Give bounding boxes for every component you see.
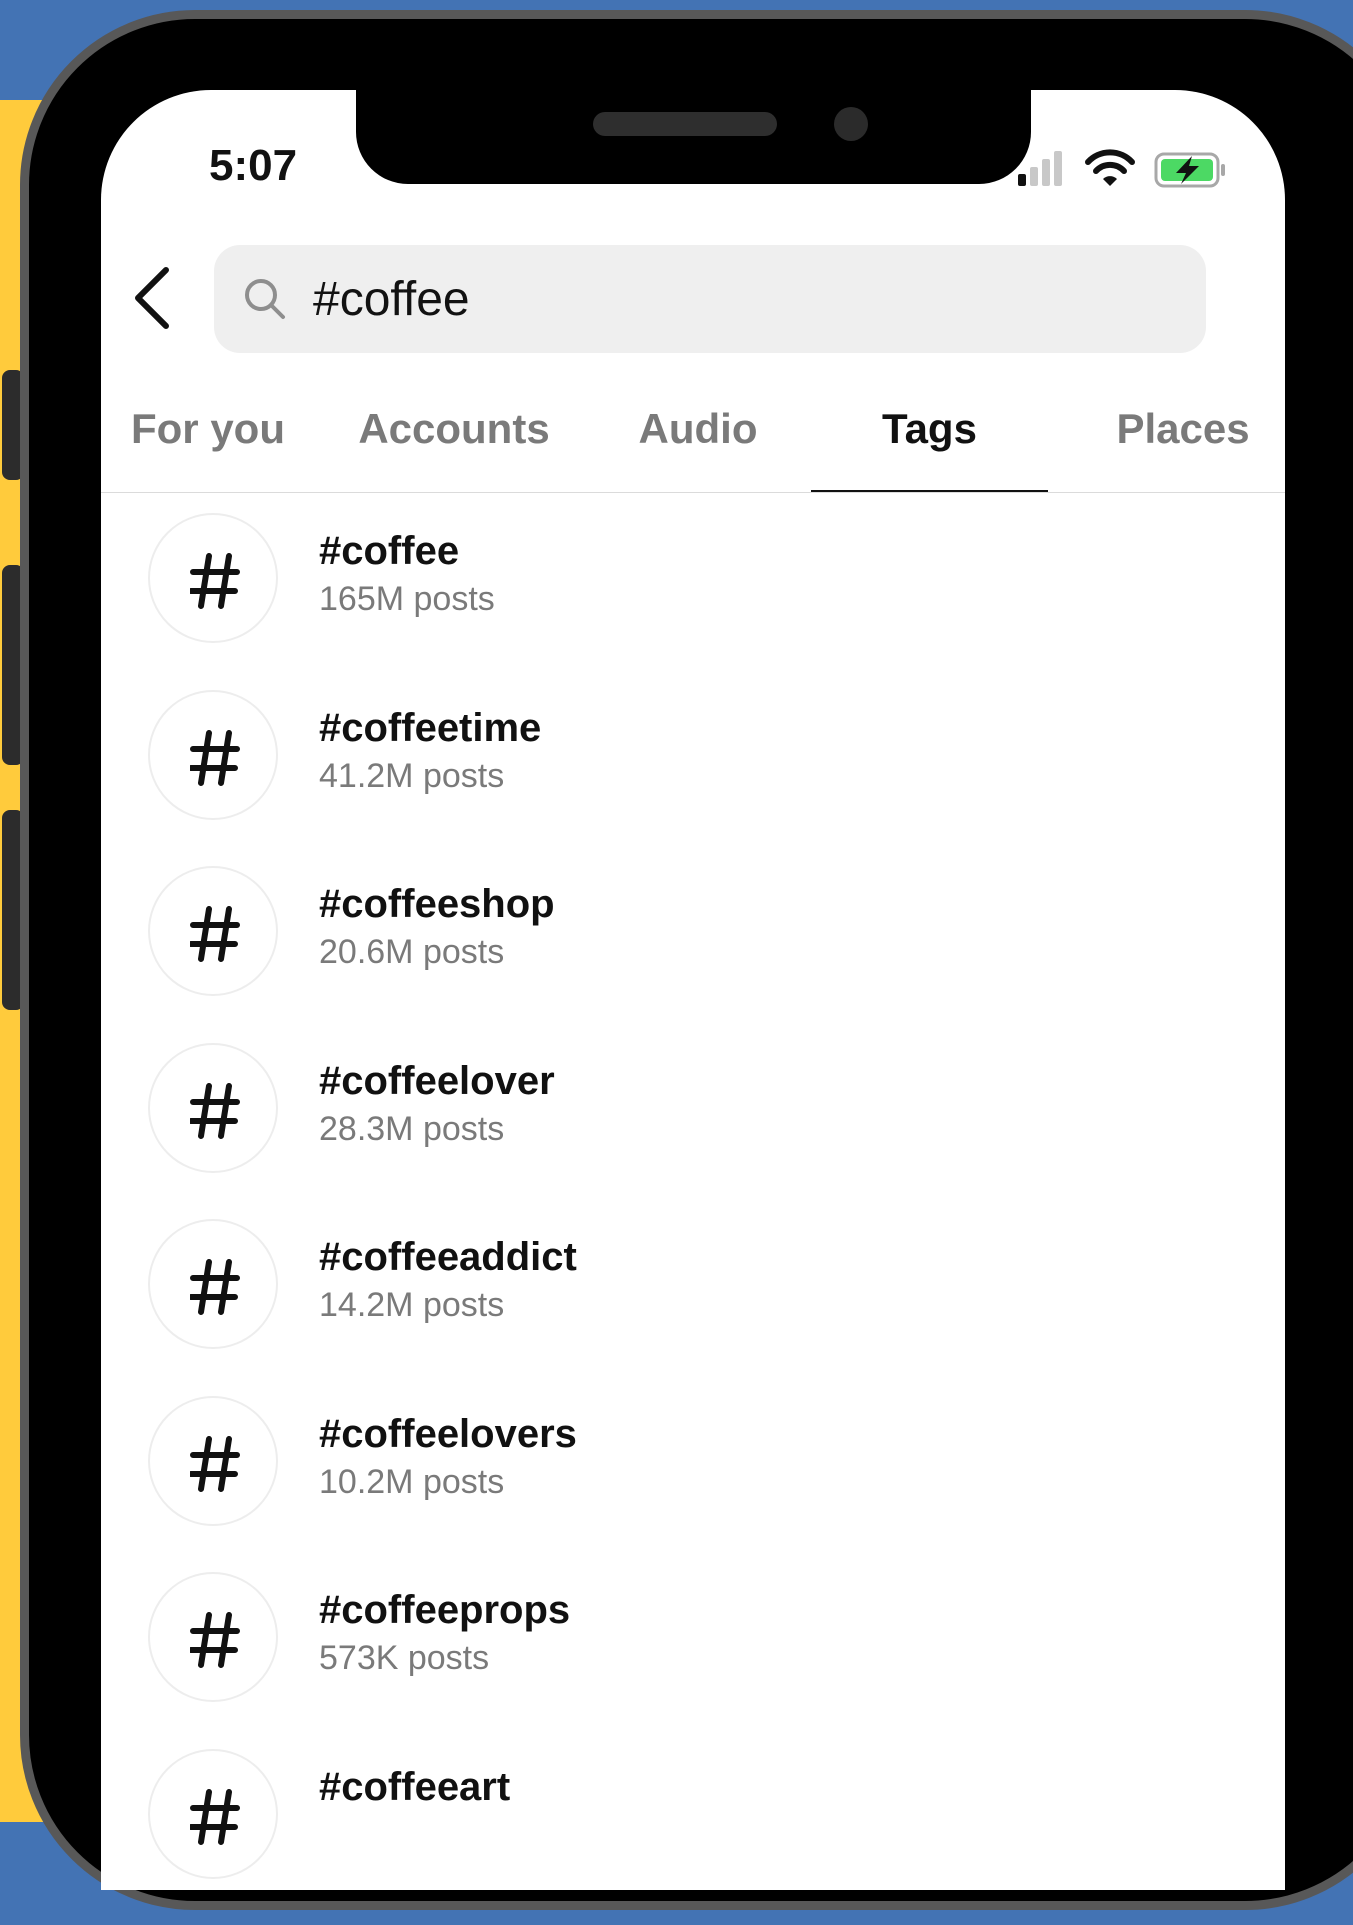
list-item[interactable]: #coffee 165M posts xyxy=(101,513,1285,690)
tag-avatar xyxy=(148,513,278,643)
battery-charging-icon xyxy=(1156,154,1225,186)
tab-tags[interactable]: Tags xyxy=(811,395,1048,493)
post-count: 573K posts xyxy=(319,1637,489,1679)
post-count: 10.2M posts xyxy=(319,1461,504,1503)
tag-avatar xyxy=(148,866,278,996)
hashtag-icon xyxy=(190,730,240,786)
tag-name: #coffeeart xyxy=(319,1763,510,1811)
tag-avatar xyxy=(148,1749,278,1879)
tab-audio[interactable]: Audio xyxy=(628,395,768,493)
tab-places[interactable]: Places xyxy=(1095,395,1271,493)
tag-name: #coffeelover xyxy=(319,1057,555,1105)
search-input[interactable]: #coffee xyxy=(214,245,1206,353)
status-time: 5:07 xyxy=(209,141,297,191)
list-item[interactable]: #coffeeaddict 14.2M posts xyxy=(101,1219,1285,1396)
list-item[interactable]: #coffeetime 41.2M posts xyxy=(101,690,1285,867)
list-item[interactable]: #coffeelovers 10.2M posts xyxy=(101,1396,1285,1573)
post-count: 20.6M posts xyxy=(319,931,504,973)
tab-accounts[interactable]: Accounts xyxy=(344,395,564,493)
hashtag-icon xyxy=(190,906,240,962)
hashtag-icon xyxy=(190,1259,240,1315)
search-icon xyxy=(241,275,289,323)
hashtag-icon xyxy=(190,1083,240,1139)
tag-avatar xyxy=(148,1572,278,1702)
post-count: 14.2M posts xyxy=(319,1284,504,1326)
hashtag-icon xyxy=(190,1789,240,1845)
wifi-icon xyxy=(1088,152,1132,186)
chevron-left-icon xyxy=(126,262,182,334)
tag-name: #coffeeprops xyxy=(319,1586,570,1634)
list-item[interactable]: #coffeeart xyxy=(101,1749,1285,1925)
signal-icon xyxy=(1018,151,1062,186)
hashtag-icon xyxy=(190,553,240,609)
search-query: #coffee xyxy=(313,272,470,327)
hashtag-icon xyxy=(190,1436,240,1492)
tab-for-you[interactable]: For you xyxy=(120,395,296,493)
tag-name: #coffeetime xyxy=(319,704,541,752)
tag-avatar xyxy=(148,1219,278,1349)
list-item[interactable]: #coffeelover 28.3M posts xyxy=(101,1043,1285,1220)
tag-name: #coffee xyxy=(319,527,459,575)
list-item[interactable]: #coffeeshop 20.6M posts xyxy=(101,866,1285,1043)
back-button[interactable] xyxy=(126,262,182,334)
tabs-divider xyxy=(101,492,1285,493)
hashtag-icon xyxy=(190,1612,240,1668)
tag-avatar xyxy=(148,1043,278,1173)
tag-avatar xyxy=(148,690,278,820)
post-count: 28.3M posts xyxy=(319,1108,504,1150)
search-tabs: For you Accounts Audio Tags Places xyxy=(101,395,1285,493)
tag-name: #coffeeaddict xyxy=(319,1233,577,1281)
front-camera xyxy=(834,107,868,141)
status-icons xyxy=(1018,148,1228,188)
speaker-grille xyxy=(593,112,777,136)
tag-avatar xyxy=(148,1396,278,1526)
post-count: 165M posts xyxy=(319,578,495,620)
post-count: 41.2M posts xyxy=(319,755,504,797)
tag-name: #coffeeshop xyxy=(319,880,555,928)
tag-results-list: #coffee 165M posts #coffeetime 41.2M pos… xyxy=(101,513,1285,1925)
tag-name: #coffeelovers xyxy=(319,1410,577,1458)
list-item[interactable]: #coffeeprops 573K posts xyxy=(101,1572,1285,1749)
